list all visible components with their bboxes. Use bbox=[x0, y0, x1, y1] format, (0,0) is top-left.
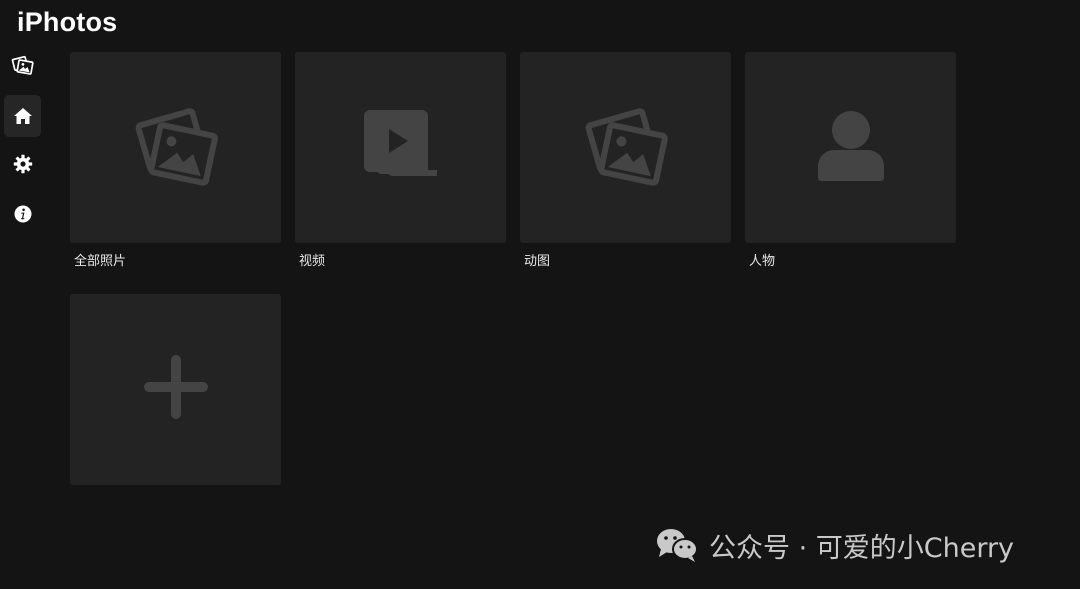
album-thumbnail bbox=[70, 52, 281, 243]
album-tile-videos[interactable]: 视频 bbox=[295, 52, 506, 270]
photos-icon bbox=[131, 100, 221, 195]
app-title: iPhotos bbox=[17, 7, 118, 37]
sidebar-item-photos[interactable] bbox=[4, 44, 41, 86]
album-thumbnail bbox=[520, 52, 731, 243]
album-label: 视频 bbox=[299, 254, 326, 269]
album-tile-all-photos[interactable]: 全部照片 bbox=[70, 52, 281, 270]
app-window: iPhotos 全部照片 视频 动图 人物 公众号 · 可爱的小Cherry bbox=[0, 0, 1080, 589]
home-icon bbox=[13, 106, 33, 126]
sidebar-item-settings[interactable] bbox=[4, 143, 41, 185]
album-tile-people[interactable]: 人物 bbox=[745, 52, 956, 270]
watermark: 公众号 · 可爱的小Cherry bbox=[655, 527, 1015, 564]
album-thumbnail bbox=[745, 52, 956, 243]
album-tile-animated[interactable]: 动图 bbox=[520, 52, 731, 270]
add-album-button[interactable] bbox=[70, 294, 281, 485]
video-icon bbox=[356, 100, 446, 195]
photos-icon bbox=[581, 100, 671, 195]
sidebar-item-about[interactable] bbox=[4, 193, 41, 235]
gear-icon bbox=[13, 154, 33, 174]
sidebar-item-home[interactable] bbox=[4, 95, 41, 137]
watermark-text: 公众号 · 可爱的小Cherry bbox=[709, 532, 1015, 564]
wechat-icon bbox=[655, 527, 699, 563]
album-label: 人物 bbox=[749, 254, 776, 269]
album-label: 动图 bbox=[524, 254, 551, 269]
album-thumbnail bbox=[70, 294, 281, 485]
plus-icon bbox=[141, 352, 211, 427]
person-icon bbox=[806, 100, 896, 195]
album-thumbnail bbox=[295, 52, 506, 243]
photos-icon bbox=[11, 53, 35, 77]
album-label: 全部照片 bbox=[74, 254, 127, 269]
info-icon bbox=[13, 204, 33, 224]
